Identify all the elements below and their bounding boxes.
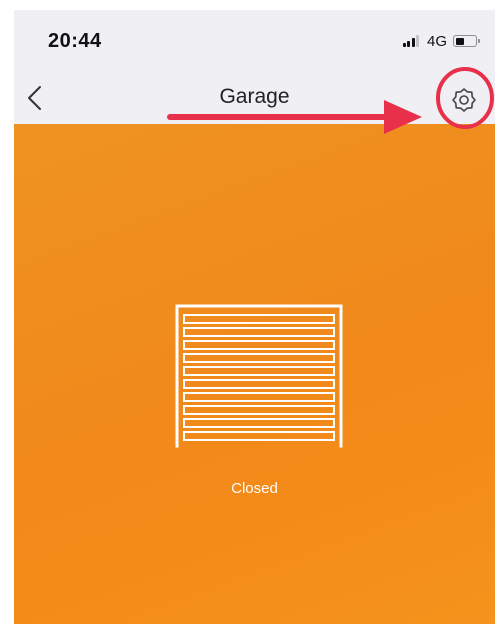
navigation-bar: Garage xyxy=(14,72,495,124)
battery-icon xyxy=(453,35,480,47)
settings-button[interactable] xyxy=(450,86,478,114)
app-screen: 20:44 4G Garage Closed xyxy=(14,10,495,624)
gear-icon xyxy=(452,88,476,112)
device-panel: Closed xyxy=(14,124,495,624)
door-status: Closed xyxy=(231,480,278,497)
page-title: Garage xyxy=(219,85,290,108)
status-time: 20:44 xyxy=(48,30,102,52)
status-bar: 20:44 4G xyxy=(14,10,495,72)
signal-icon xyxy=(402,35,421,47)
status-indicators: 4G xyxy=(402,31,480,51)
network-label: 4G xyxy=(426,32,447,50)
garage-door-icon xyxy=(175,304,343,448)
